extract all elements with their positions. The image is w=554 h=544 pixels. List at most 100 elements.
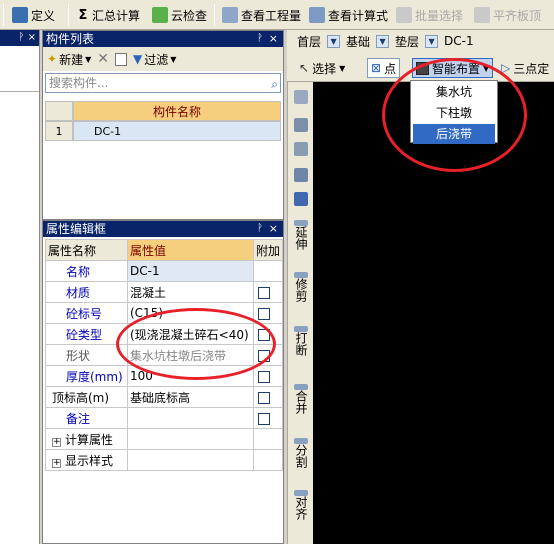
panel-title: 属性编辑框 bbox=[46, 222, 107, 236]
align-tool[interactable]: 对齐 bbox=[291, 490, 311, 523]
header-extra: 附加 bbox=[252, 239, 284, 261]
property-row[interactable]: 材质 混凝土 bbox=[45, 281, 284, 303]
drawing-canvas[interactable] bbox=[313, 82, 554, 544]
property-row[interactable]: 名称 DC-1 bbox=[45, 260, 284, 282]
scissors-tool[interactable] bbox=[291, 118, 311, 132]
expand-icon[interactable]: + bbox=[52, 458, 61, 468]
extend-tool[interactable]: 延伸 bbox=[291, 220, 311, 253]
cloud-check-button[interactable]: 云检查 bbox=[150, 4, 209, 26]
move-icon bbox=[294, 168, 308, 182]
extra-checkbox[interactable] bbox=[257, 307, 270, 320]
align-slab-top-button[interactable]: 平齐板顶 bbox=[472, 4, 543, 26]
move-tool[interactable] bbox=[291, 168, 311, 182]
extra-checkbox[interactable] bbox=[257, 412, 270, 425]
menu-item-sump[interactable]: 集水坑 bbox=[413, 82, 495, 102]
type-select[interactable]: 垫层 bbox=[395, 33, 419, 50]
property-name: 材质 bbox=[45, 281, 128, 303]
view-quantity-button[interactable]: 查看工程量 bbox=[220, 4, 303, 26]
property-value[interactable]: (C15) bbox=[127, 302, 254, 324]
layer-selector-bar: 首层 ▼ 基础 ▼ 垫层 ▼ DC-1 bbox=[287, 30, 554, 52]
smart-layout-button[interactable]: 智能布置 ▼ bbox=[412, 58, 494, 78]
component-search-input[interactable]: 搜索构件... ⌕ bbox=[45, 73, 281, 93]
extra-checkbox[interactable] bbox=[257, 349, 270, 362]
menu-item-post-pour-strip[interactable]: 后浇带 bbox=[413, 124, 495, 144]
drawing-toolbar: ↖ 选择 ▼ ⊠ 点 智能布置 ▼ ▷ 三点定 bbox=[287, 52, 554, 82]
extra-checkbox[interactable] bbox=[257, 391, 270, 404]
batch-select-button[interactable]: 批量选择 bbox=[394, 4, 465, 26]
break-tool[interactable]: 打断 bbox=[291, 326, 311, 359]
view-formula-button[interactable]: 查看计算式 bbox=[307, 4, 390, 26]
filter-button[interactable]: ▼ 过滤 ▼ bbox=[133, 51, 176, 68]
component-select[interactable]: DC-1 bbox=[444, 34, 474, 48]
property-group[interactable]: + 显示样式 bbox=[45, 449, 128, 471]
chevron-down-icon: ▼ bbox=[85, 54, 92, 64]
chevron-down-icon[interactable]: ▼ bbox=[327, 34, 341, 48]
pin-icon[interactable]: ᚹ bbox=[18, 32, 24, 43]
cursor-icon: ↖ bbox=[299, 61, 310, 75]
property-group-row[interactable]: + 显示样式 bbox=[45, 449, 284, 471]
property-value[interactable]: 基础底标高 bbox=[127, 386, 254, 408]
property-row[interactable]: 形状 集水坑柱墩后浇带 bbox=[45, 344, 284, 366]
property-row[interactable]: 顶标高(m) 基础底标高 bbox=[45, 386, 284, 408]
brush-tool[interactable] bbox=[291, 90, 311, 104]
property-group[interactable]: + 计算属性 bbox=[45, 428, 128, 450]
chevron-down-icon[interactable]: ▼ bbox=[376, 34, 390, 48]
mirror-tool[interactable] bbox=[291, 142, 311, 156]
menu-item-lower-pier[interactable]: 下柱墩 bbox=[413, 103, 495, 123]
edit-tool-strip: 延伸 修剪 打断 合并 分割 对齐 bbox=[287, 82, 313, 544]
extra-checkbox[interactable] bbox=[257, 328, 270, 341]
select-button[interactable]: ↖ 选择 ▼ bbox=[299, 58, 345, 78]
table-row[interactable]: 1 DC-1 bbox=[45, 121, 281, 141]
component-name-cell[interactable]: DC-1 bbox=[73, 121, 281, 141]
define-button[interactable]: 定义 bbox=[10, 4, 57, 26]
component-list-toolbar: ✦ 新建 ▼ ✕ ▼ 过滤 ▼ bbox=[43, 47, 283, 71]
extra-checkbox[interactable] bbox=[257, 370, 270, 383]
expand-icon[interactable]: + bbox=[52, 437, 61, 447]
merge-tool[interactable]: 合并 bbox=[291, 384, 311, 417]
align-slab-top-icon bbox=[474, 7, 490, 23]
trim-tool[interactable]: 修剪 bbox=[291, 272, 311, 305]
split-tool[interactable]: 分割 bbox=[291, 438, 311, 471]
rotate-tool[interactable] bbox=[291, 192, 311, 206]
chevron-down-icon: ▼ bbox=[170, 54, 177, 64]
chevron-down-icon[interactable]: ▼ bbox=[425, 34, 439, 48]
floor-select[interactable]: 首层 bbox=[297, 33, 321, 50]
toolbar-separator bbox=[68, 4, 69, 26]
chevron-down-icon: ▼ bbox=[483, 63, 490, 73]
property-row[interactable]: 砼标号 (C15) bbox=[45, 302, 284, 324]
category-select[interactable]: 基础 bbox=[346, 33, 370, 50]
property-row[interactable]: 砼类型 (现浇混凝土碎石<40) bbox=[45, 323, 284, 345]
property-table: 属性名称 属性值 附加 名称 DC-1 材质 混凝土 砼标号 (C15) 砼类型… bbox=[45, 239, 284, 471]
pin-icon[interactable]: ᚹ bbox=[257, 221, 263, 237]
three-point-button[interactable]: ▷ 三点定 bbox=[501, 58, 549, 78]
property-value bbox=[127, 449, 254, 471]
property-header-row: 属性名称 属性值 附加 bbox=[45, 239, 284, 261]
extra-checkbox[interactable] bbox=[257, 286, 270, 299]
property-group-row[interactable]: + 计算属性 bbox=[45, 428, 284, 450]
property-name: 名称 bbox=[45, 260, 128, 282]
property-value[interactable] bbox=[127, 407, 254, 429]
property-row[interactable]: 厚度(mm) 100 bbox=[45, 365, 284, 387]
property-name: 厚度(mm) bbox=[45, 365, 128, 387]
property-value[interactable]: 集水坑柱墩后浇带 bbox=[127, 344, 254, 366]
property-name: 砼类型 bbox=[45, 323, 128, 345]
point-button[interactable]: ⊠ 点 bbox=[367, 58, 401, 78]
close-icon[interactable]: × bbox=[28, 32, 36, 43]
copy-icon[interactable] bbox=[114, 52, 127, 66]
new-button[interactable]: ✦ 新建 ▼ bbox=[47, 51, 91, 68]
header-property-value: 属性值 bbox=[127, 239, 254, 261]
property-value[interactable]: DC-1 bbox=[127, 260, 254, 282]
batch-select-icon bbox=[396, 7, 412, 23]
toolbar-separator bbox=[3, 4, 4, 26]
delete-icon[interactable]: ✕ bbox=[97, 51, 109, 67]
property-value[interactable]: 100 bbox=[127, 365, 254, 387]
close-icon[interactable]: × bbox=[269, 221, 278, 237]
property-value[interactable]: (现浇混凝土碎石<40) bbox=[127, 323, 254, 345]
point-icon: ⊠ bbox=[371, 61, 382, 75]
close-icon[interactable]: × bbox=[269, 31, 278, 47]
property-value[interactable]: 混凝土 bbox=[127, 281, 254, 303]
pin-icon[interactable]: ᚹ bbox=[257, 31, 263, 47]
search-icon[interactable]: ⌕ bbox=[271, 75, 278, 93]
summary-calc-button[interactable]: Σ 汇总计算 bbox=[75, 4, 142, 26]
property-row[interactable]: 备注 bbox=[45, 407, 284, 429]
